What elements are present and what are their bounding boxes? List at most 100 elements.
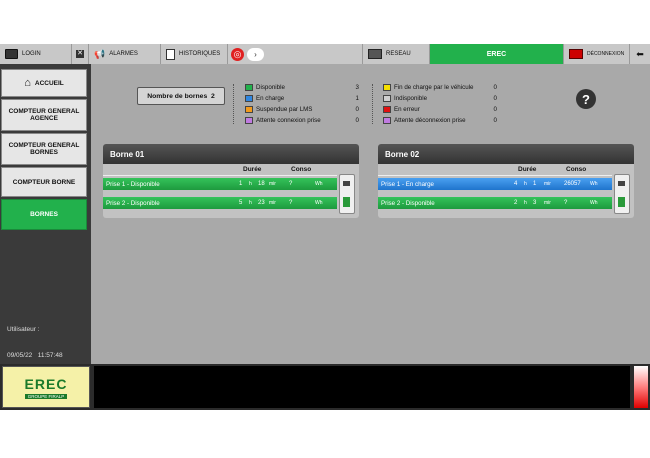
conso-unit: Wh [315,181,323,187]
borne-panel: Borne 01 Durée Conso Prise 1 - Disponible 1 h… [103,144,359,218]
logout-icon [569,49,583,59]
utilisateur-label: Utilisateur : [7,326,40,333]
legend-divider [372,84,373,124]
duree-hours: 4 [514,181,518,187]
legend-item: Indisponible [383,95,427,102]
conso-value: ? [564,200,568,206]
document-icon [166,48,175,60]
legend-count: 0 [493,84,497,91]
duree-hours: 5 [239,200,243,206]
erec-tab[interactable]: EREC [430,44,564,64]
conso-unit: Wh [590,181,598,187]
sidebar-item-compteur-borne[interactable]: COMPTEUR BORNE [1,167,87,197]
conso-header: Conso [566,166,587,173]
charger-icon [339,174,355,214]
legend-label: Attente connexion prise [256,117,321,124]
header-divider [103,175,337,176]
legend-divider [233,84,234,124]
legend-count: 0 [493,117,497,124]
erec-logo: EREC GROUPE FIRALP [2,366,90,408]
historiques-button[interactable]: HISTORIQUES [161,44,228,64]
login-button[interactable]: LOGIN [0,44,72,64]
help-button[interactable]: ? [576,89,596,109]
conso-value: ? [289,200,293,206]
legend-swatch-icon [383,84,391,91]
legend-label: Indisponible [394,95,428,102]
legend-label: En charge [256,95,285,102]
legend-item: En charge [245,95,284,102]
hours-unit: h [524,181,527,187]
home-icon: ⌂ [24,76,31,89]
legend-swatch-icon [245,84,253,91]
duree-header: Durée [518,166,537,173]
duree-hours: 1 [239,181,243,187]
prise-row[interactable]: Prise 1 - Disponible 1 h 18 mir? Wh [103,178,337,190]
legend-count: 0 [355,117,359,124]
login-icon [5,49,18,59]
sidebar-item-compteur-agence[interactable]: COMPTEUR GENERAL AGENCE [1,99,87,131]
legend-label: En erreur [394,106,420,113]
legend-item: En erreur [383,106,420,113]
close-button[interactable]: ✕ [72,44,89,64]
prise-label: Prise 1 - En charge [381,180,434,188]
sidebar: ⌂ ACCUEIL COMPTEUR GENERAL AGENCE COMPTE… [0,64,91,364]
megaphone-icon: 📢 [94,48,106,59]
question-icon: ? [582,91,590,107]
conso-value: ? [289,181,293,187]
duree-hours: 2 [514,200,518,206]
hours-unit: h [249,181,252,187]
reseau-button[interactable]: RESEAU [362,44,430,64]
duree-minutes: 1 [533,181,537,187]
duree-minutes: 3 [533,200,537,206]
sidebar-item-accueil[interactable]: ⌂ ACCUEIL [1,69,87,97]
minutes-unit: mir [544,200,551,206]
chevron-right-icon: › [247,47,264,61]
legend-item: Attente déconnexion prise [383,117,466,124]
conso-unit: Wh [590,200,598,206]
alarm-indicator [634,366,648,408]
datetime: 09/05/22 11:57:48 [7,352,63,359]
legend-label: Disponible [256,84,285,91]
borne-title: Borne 02 [378,144,634,164]
duree-minutes: 23 [258,200,265,206]
borne-panel: Borne 02 Durée Conso Prise 1 - En charge 4 h 1… [378,144,634,218]
borne-count-box: Nombre de bornes 2 [137,87,225,105]
close-icon: ✕ [76,50,84,58]
legend-count: 0 [493,95,497,102]
conso-value: 26057 [564,181,581,187]
legend-swatch-icon [383,117,391,124]
legend-count: 0 [493,106,497,113]
legend-swatch-icon [245,95,253,102]
legend-swatch-icon [245,117,253,124]
minutes-unit: mir [269,181,276,187]
prise-row[interactable]: Prise 2 - Disponible 5 h 23 mir? Wh [103,197,337,209]
alarmes-button[interactable]: 📢 ALARMES [89,44,161,64]
charger-icon [614,174,630,214]
prise-row[interactable]: Prise 1 - En charge 4 h 1 mir 26057 Wh [378,178,612,190]
back-button[interactable]: ⬅ [630,44,650,64]
legend-swatch-icon [245,106,253,113]
app-screen: LOGIN ✕ 📢 ALARMES HISTORIQUES ◎ › RESEAU… [0,44,650,410]
duree-minutes: 18 [258,181,265,187]
globe-icon: ◎ [231,47,244,61]
legend-swatch-icon [383,106,391,113]
main-content: Nombre de bornes 2 Disponible 3 En charge 1… [91,64,650,364]
legend-label: Attente déconnexion prise [394,117,466,124]
legend-swatch-icon [383,95,391,102]
deconnexion-button[interactable]: DÉCONNEXION [564,44,630,64]
minutes-unit: mir [544,181,551,187]
legend-item: Disponible [245,84,285,91]
language-toggle[interactable]: ◎ › [228,44,268,64]
arrow-left-icon: ⬅ [636,48,644,59]
legend-item: Fin de charge par le véhicule [383,84,473,91]
legend-label: Fin de charge par le véhicule [394,84,474,91]
legend-item: Attente connexion prise [245,117,321,124]
borne-title: Borne 01 [103,144,359,164]
top-bar: LOGIN ✕ 📢 ALARMES HISTORIQUES ◎ › RESEAU… [0,44,650,64]
prise-label: Prise 2 - Disponible [106,199,160,207]
conso-unit: Wh [315,200,323,206]
sidebar-item-bornes[interactable]: BORNES [1,199,87,230]
prise-label: Prise 2 - Disponible [381,199,435,207]
prise-row[interactable]: Prise 2 - Disponible 2 h 3 mir? Wh [378,197,612,209]
sidebar-item-compteur-bornes[interactable]: COMPTEUR GENERAL BORNES [1,133,87,165]
